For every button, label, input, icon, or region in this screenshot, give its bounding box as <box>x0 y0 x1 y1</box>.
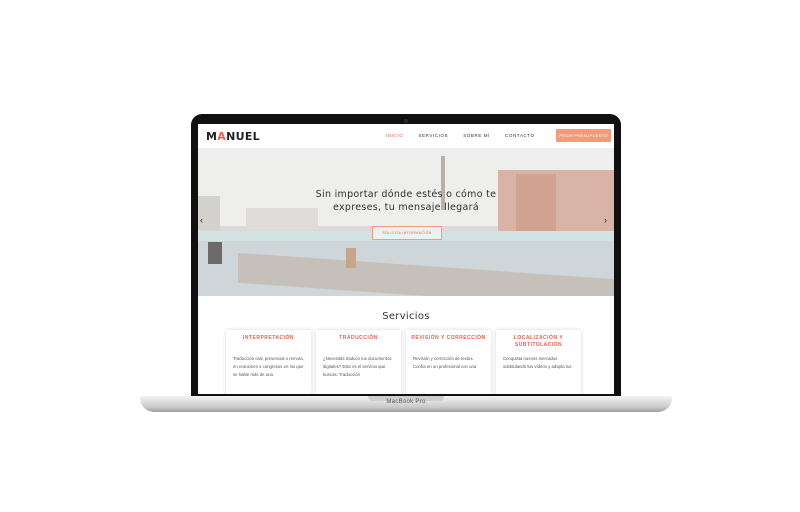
laptop-base: MacBook Pro <box>140 396 672 412</box>
hero-title-line: expreses, tu mensaje llegará <box>333 202 479 213</box>
laptop-screen: MANUEL INICIO SERVICIOS SOBRE MÍ CONTACT… <box>198 124 614 394</box>
service-card-title: INTERPRETACIÓN <box>242 335 295 341</box>
services-cards: INTERPRETACIÓN Traducción oral, presenci… <box>226 330 581 394</box>
service-card-traduccion[interactable]: TRADUCCIÓN ¿Necesitas traducir tus docum… <box>316 330 401 394</box>
logo-prefix: M <box>206 130 218 143</box>
service-card-text: Revisión y corrección de textos. Confía … <box>413 356 477 369</box>
hero-bollard <box>208 242 222 264</box>
service-card-revision[interactable]: REVISIÓN Y CORRECCIÓN Revisión y correcc… <box>406 330 491 394</box>
nav-item-servicios[interactable]: SERVICIOS <box>418 133 448 138</box>
service-card-title: REVISIÓN Y CORRECCIÓN <box>411 335 486 341</box>
service-card-interpretacion[interactable]: INTERPRETACIÓN Traducción oral, presenci… <box>226 330 311 394</box>
slider-next-icon[interactable]: › <box>604 215 607 225</box>
service-card-title: LOCALIZACIÓN Y SUBTITULACIÓN <box>513 335 564 348</box>
services-heading: Servicios <box>382 311 430 322</box>
service-card-localizacion[interactable]: LOCALIZACIÓN Y SUBTITULACIÓN Conquista n… <box>496 330 581 394</box>
main-menu: INICIO SERVICIOS SOBRE MÍ CONTACTO <box>386 133 535 138</box>
laptop-lid: MANUEL INICIO SERVICIOS SOBRE MÍ CONTACT… <box>191 114 621 397</box>
hero-slider: Sin importar dónde estés o cómo te expre… <box>198 148 614 296</box>
device-label: MacBook Pro <box>386 399 426 405</box>
service-card-text: Traducción oral, presencial o remota, en… <box>233 356 304 377</box>
logo-suffix: NUEL <box>226 130 260 143</box>
request-info-button[interactable]: SOLICITA INFORMACIÓN <box>372 226 442 240</box>
site-logo[interactable]: MANUEL <box>206 130 260 143</box>
nav-item-inicio[interactable]: INICIO <box>386 133 403 138</box>
service-card-title: TRADUCCIÓN <box>339 335 378 341</box>
hero-bollard <box>346 248 356 268</box>
camera-icon <box>404 119 408 123</box>
service-card-text: Conquista nuevos mercados subtitulando t… <box>503 356 572 369</box>
service-card-text: ¿Necesitas traducir tus documentos digit… <box>323 356 392 377</box>
nav-item-sobre-mi[interactable]: SOBRE MÍ <box>463 133 490 138</box>
quote-button[interactable]: PEDIR PRESUPUESTO <box>556 129 611 142</box>
nav-item-contacto[interactable]: CONTACTO <box>505 133 535 138</box>
hero-title-line: Sin importar dónde estés o cómo te <box>315 189 497 200</box>
logo-accent: A <box>217 130 227 143</box>
slider-prev-icon[interactable]: ‹ <box>200 215 203 225</box>
site-header: MANUEL INICIO SERVICIOS SOBRE MÍ CONTACT… <box>198 124 614 148</box>
hero-title: Sin importar dónde estés o cómo te expre… <box>198 188 614 214</box>
